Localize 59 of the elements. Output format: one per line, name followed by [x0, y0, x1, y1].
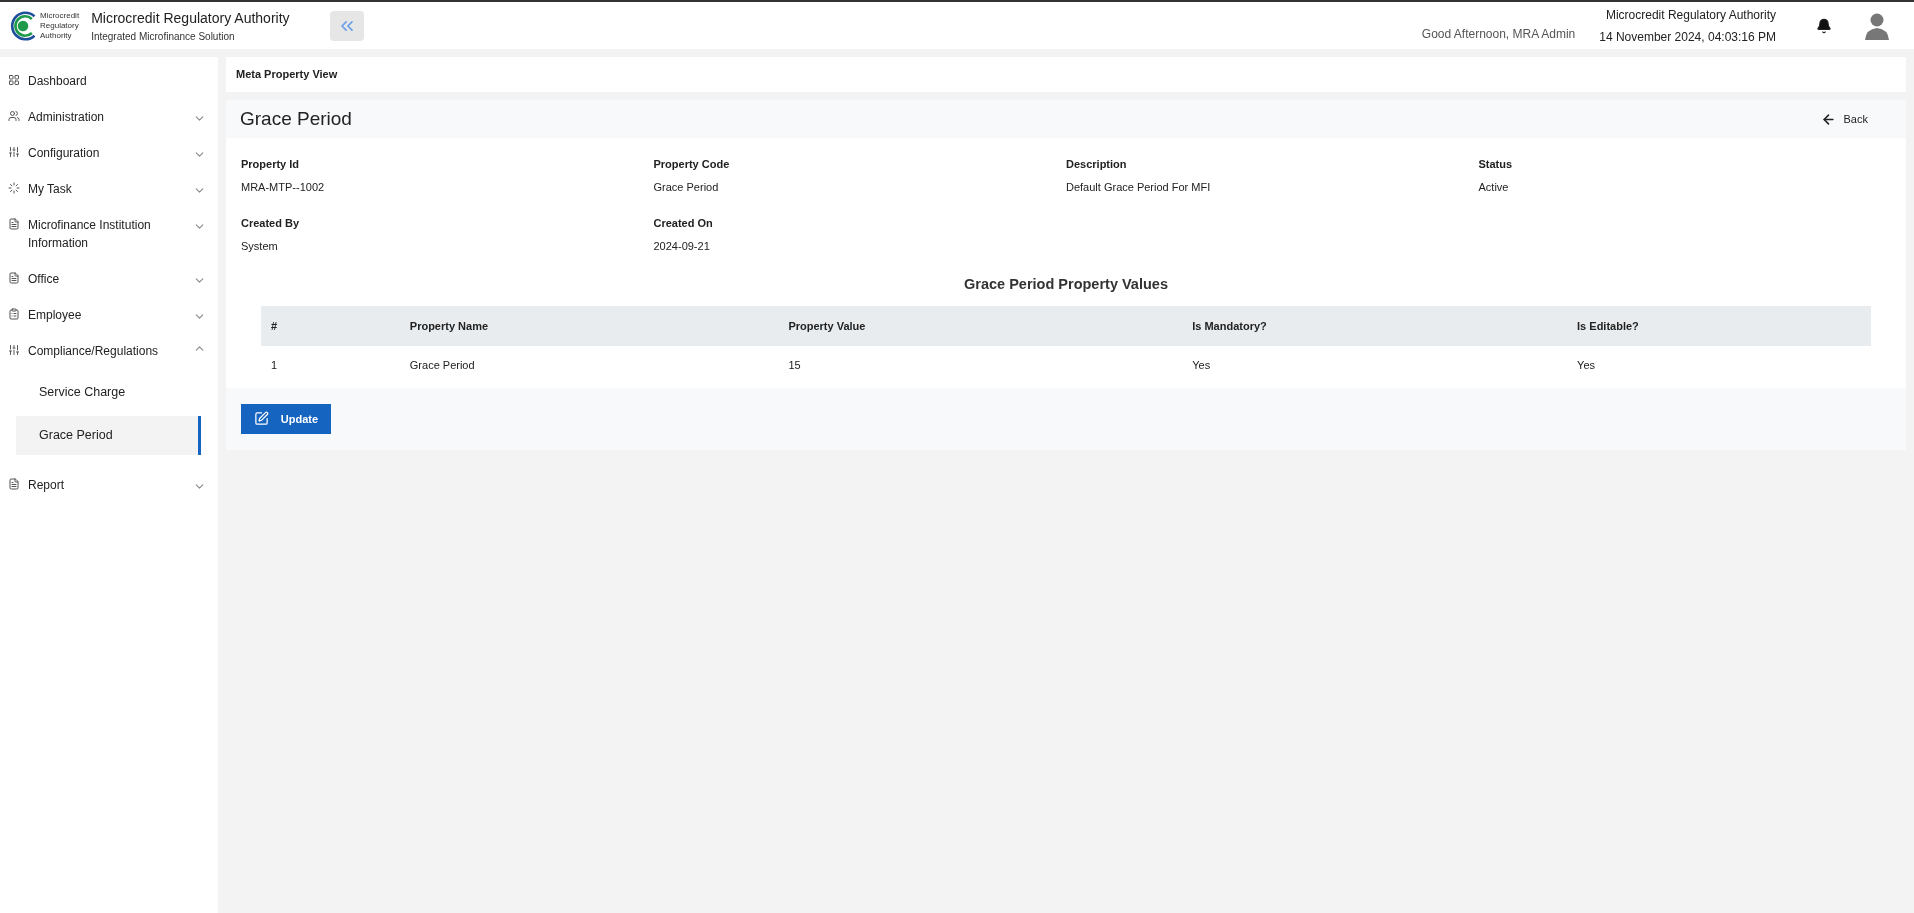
- sidebar-item[interactable]: Report: [0, 466, 218, 503]
- table-cell-text: Yes: [1577, 357, 1596, 373]
- table-title: Grace Period Property Values: [963, 275, 1169, 294]
- greeting-text: Good Afternoon, MRA Admin: [1421, 25, 1576, 43]
- table-cell-text: 15: [788, 357, 802, 373]
- column-header: Is Mandatory?: [1192, 318, 1268, 334]
- user-avatar-icon[interactable]: [1864, 11, 1890, 40]
- menu-item-icon: [8, 477, 20, 490]
- sidebar-item[interactable]: My Task: [0, 171, 218, 207]
- sidebar-item[interactable]: Compliance/Regulations: [0, 333, 218, 369]
- table-cell-text: Yes: [1192, 357, 1212, 373]
- back-button[interactable]: Back: [1820, 110, 1868, 128]
- menu-item-icon: [8, 182, 20, 194]
- menu-item-icon: [8, 218, 20, 230]
- menu-item-icon: [8, 146, 20, 158]
- sidebar-subitem[interactable]: Service Charge: [16, 373, 201, 412]
- logo-text: Microcredit: [40, 10, 80, 21]
- app-subtitle: Integrated Microfinance Solution: [91, 29, 236, 44]
- logo-rings-icon: [8, 10, 38, 41]
- column-header: Property Value: [788, 318, 867, 334]
- sidebar-item[interactable]: Employee: [0, 297, 218, 333]
- menu-item-icon: [8, 110, 20, 122]
- table-cell-text: 1: [271, 357, 279, 373]
- field-label: Property Id: [241, 157, 301, 172]
- logo-text: Regulatory: [40, 20, 80, 31]
- field-label: Created By: [241, 216, 301, 231]
- date-time: 14 November 2024, 04:03:16 PM: [1599, 28, 1776, 46]
- field-value: Grace Period: [653, 179, 720, 195]
- page-title: Grace Period: [240, 106, 353, 131]
- app-title: Microcredit Regulatory Authority: [91, 8, 290, 28]
- breadcrumb-bar: Meta Property View: [226, 57, 1906, 92]
- table-cell-text: Grace Period: [409, 357, 476, 373]
- field-value: 2024-09-21: [653, 238, 711, 254]
- menu-item-icon: [8, 272, 20, 284]
- menu-item-icon: [8, 74, 20, 86]
- field-value: MRA-MTP--1002: [241, 179, 326, 195]
- menu-item-icon: [8, 308, 20, 320]
- field-label: Created On: [653, 216, 714, 231]
- field-value: Default Grace Period For MFI: [1066, 179, 1212, 195]
- update-button[interactable]: Update: [241, 403, 331, 434]
- field-label: Property Code: [653, 157, 731, 172]
- field-label: Description: [1066, 157, 1128, 172]
- sidebar-item[interactable]: Office: [0, 261, 218, 297]
- notification-bell-icon[interactable]: [1816, 17, 1832, 34]
- column-header: Property Name: [409, 318, 490, 334]
- sidebar-item[interactable]: Configuration: [0, 135, 218, 171]
- edit-icon: [253, 411, 269, 427]
- field-label: Status: [1478, 157, 1514, 172]
- field-value: Active: [1478, 179, 1510, 195]
- sidebar-item[interactable]: Dashboard: [0, 63, 218, 99]
- sidebar-subitem[interactable]: Grace Period: [16, 415, 201, 455]
- logo-text: Authority: [40, 30, 73, 41]
- sidebar-item[interactable]: Microfinance Institution Information: [0, 207, 218, 261]
- field-value: System: [241, 238, 279, 254]
- column-header: Is Editable?: [1577, 318, 1640, 334]
- org-name: Microcredit Regulatory Authority: [1605, 6, 1776, 24]
- sidebar-item[interactable]: Administration: [0, 99, 218, 135]
- column-header: #: [271, 318, 279, 334]
- menu-item-icon: [8, 344, 20, 356]
